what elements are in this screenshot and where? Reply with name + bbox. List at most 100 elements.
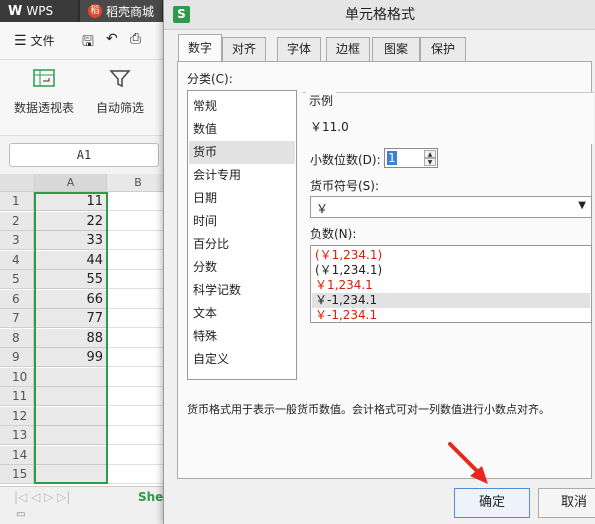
cell-a[interactable]: 66 <box>35 289 107 309</box>
currency-symbol-select[interactable]: ￥ ▼ <box>310 196 592 218</box>
cell-b[interactable] <box>107 289 170 309</box>
save-icon[interactable]: 🖫 <box>82 31 94 55</box>
pivot-table-label: 数据透视表 <box>13 101 74 115</box>
row-header[interactable]: 10 <box>0 367 34 387</box>
category-item[interactable]: 常规 <box>189 95 295 118</box>
print-icon[interactable]: ⎙ <box>130 31 141 47</box>
cell-a[interactable] <box>35 406 107 426</box>
cell-b[interactable] <box>107 465 170 484</box>
cell-a[interactable]: 44 <box>35 250 107 270</box>
cancel-button[interactable]: 取消 <box>538 488 595 518</box>
decimal-places-value[interactable]: 1 <box>387 151 397 165</box>
cell-a[interactable]: 55 <box>35 270 107 289</box>
dialog-title-bar: 单元格格式 S <box>164 0 595 30</box>
filter-icon <box>109 70 131 88</box>
cell-b[interactable] <box>107 445 170 465</box>
undo-icon[interactable]: ↶ <box>106 31 118 47</box>
name-box[interactable]: A1 <box>9 143 159 167</box>
ok-button[interactable]: 确定 <box>454 488 530 518</box>
category-item[interactable]: 科学记数 <box>189 279 295 302</box>
row-header[interactable]: 4 <box>0 250 34 270</box>
cell-a[interactable] <box>35 387 107 406</box>
cell-b[interactable] <box>107 211 170 231</box>
cell-b[interactable] <box>107 406 170 426</box>
cell-a[interactable] <box>35 445 107 465</box>
currency-symbol-label: 货币符号(S): <box>310 179 380 193</box>
cell-b[interactable] <box>107 426 170 445</box>
cell-b[interactable] <box>107 328 170 348</box>
row-header[interactable]: 3 <box>0 231 34 250</box>
cell-a[interactable]: 77 <box>35 309 107 328</box>
wps-logo-icon: W <box>8 3 23 19</box>
tab-alignment[interactable]: 对齐 <box>222 37 266 61</box>
category-item[interactable]: 货币 <box>189 141 295 164</box>
negative-numbers-list[interactable]: (￥1,234.1) (￥1,234.1) ￥1,234.1 ￥-1,234.1 ￥-1… <box>310 245 592 323</box>
number-tab-panel: 分类(C): 常规 数值 货币 会计专用 日期 时间 百分比 分数 科学记数 文本 特殊 自定义 示例… <box>177 61 594 479</box>
row-header[interactable]: 13 <box>0 426 34 445</box>
category-item[interactable]: 自定义 <box>189 348 295 371</box>
format-description: 货币格式用于表示一般货币数值。会计格式可对一列数值进行小数点对齐。 <box>187 403 550 416</box>
cell-b[interactable] <box>107 250 170 270</box>
category-item[interactable]: 数值 <box>189 118 295 141</box>
row-header[interactable]: 8 <box>0 328 34 348</box>
decimal-places-stepper[interactable]: 1 ▲ ▼ <box>384 148 438 168</box>
row-header[interactable]: 15 <box>0 465 34 484</box>
column-header-a[interactable]: A <box>35 174 107 192</box>
row-header[interactable]: 9 <box>0 348 34 367</box>
sheet-nav-icon[interactable]: |◁ ◁ ▷ ▷| <box>14 490 70 504</box>
cell-b[interactable] <box>107 192 170 211</box>
tab-pattern[interactable]: 图案 <box>372 37 420 61</box>
row-header[interactable]: 12 <box>0 406 34 426</box>
pivot-table-button[interactable]: 数据透视表 <box>10 68 78 116</box>
ribbon: 数据透视表 自动筛选 <box>0 60 170 136</box>
column-header-b[interactable]: B <box>107 174 170 192</box>
negative-format-item[interactable]: ￥-1,234.1 <box>312 293 590 308</box>
category-item[interactable]: 特殊 <box>189 325 295 348</box>
cell-a[interactable]: 88 <box>35 328 107 348</box>
tab-font[interactable]: 字体 <box>277 37 321 61</box>
spin-up-icon[interactable]: ▲ <box>424 150 436 158</box>
row-header[interactable]: 14 <box>0 445 34 465</box>
category-list[interactable]: 常规 数值 货币 会计专用 日期 时间 百分比 分数 科学记数 文本 特殊 自定义 <box>187 90 297 380</box>
tab-docer-store[interactable]: 稻 稻壳商城 <box>80 0 162 22</box>
file-menu[interactable]: ☰ 文件 <box>14 32 55 49</box>
docer-logo-icon: 稻 <box>88 4 102 18</box>
tab-protection[interactable]: 保护 <box>420 37 466 61</box>
category-item[interactable]: 文本 <box>189 302 295 325</box>
negative-format-item[interactable]: ￥1,234.1 <box>312 278 590 293</box>
negative-format-item[interactable]: ￥-1,234.1 <box>312 308 590 323</box>
negative-format-item[interactable]: (￥1,234.1) <box>312 248 590 263</box>
cell-b[interactable] <box>107 367 170 387</box>
cell-a[interactable]: 99 <box>35 348 107 367</box>
auto-filter-button[interactable]: 自动筛选 <box>90 68 150 116</box>
spin-down-icon[interactable]: ▼ <box>424 158 436 166</box>
cell-b[interactable] <box>107 348 170 367</box>
category-item[interactable]: 日期 <box>189 187 295 210</box>
row-header[interactable]: 5 <box>0 270 34 289</box>
negative-format-item[interactable]: (￥1,234.1) <box>312 263 590 278</box>
category-item[interactable]: 会计专用 <box>189 164 295 187</box>
cell-a[interactable] <box>35 367 107 387</box>
row-header[interactable]: 11 <box>0 387 34 406</box>
cell-b[interactable] <box>107 231 170 250</box>
cell-b[interactable] <box>107 387 170 406</box>
row-header[interactable]: 7 <box>0 309 34 328</box>
tab-wps[interactable]: W WPS <box>0 0 78 22</box>
row-header[interactable]: 2 <box>0 211 34 231</box>
cell-b[interactable] <box>107 309 170 328</box>
cell-a[interactable]: 11 <box>35 192 107 211</box>
cell-b[interactable] <box>107 270 170 289</box>
select-all-corner[interactable] <box>0 174 35 192</box>
cell-a[interactable] <box>35 465 107 484</box>
tab-number[interactable]: 数字 <box>178 34 222 62</box>
file-menu-label: 文件 <box>30 34 55 48</box>
row-header[interactable]: 1 <box>0 192 34 211</box>
cell-a[interactable] <box>35 426 107 445</box>
tab-border[interactable]: 边框 <box>326 37 370 61</box>
cell-a[interactable]: 22 <box>35 211 107 231</box>
cell-a[interactable]: 33 <box>35 231 107 250</box>
row-header[interactable]: 6 <box>0 289 34 309</box>
category-item[interactable]: 分数 <box>189 256 295 279</box>
category-item[interactable]: 百分比 <box>189 233 295 256</box>
category-item[interactable]: 时间 <box>189 210 295 233</box>
